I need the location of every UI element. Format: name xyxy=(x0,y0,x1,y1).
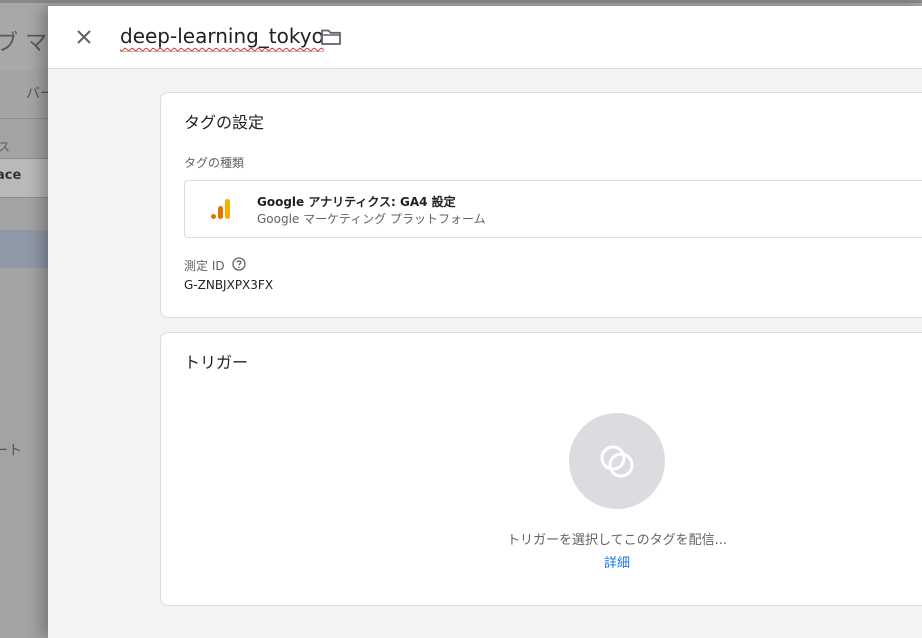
tag-type-label: タグの種類 xyxy=(184,156,245,170)
tag-editor-panel: deep-learning_tokyo タグの設定 タグの種類 Google ア… xyxy=(48,6,922,638)
tag-configuration-card[interactable]: タグの設定 タグの種類 Google アナリティクス: GA4 設定 Googl… xyxy=(160,92,922,318)
measurement-id-label: 測定 ID xyxy=(184,259,225,273)
close-icon xyxy=(77,30,91,44)
triggering-title: トリガー xyxy=(184,353,249,372)
trigger-circles-icon xyxy=(600,445,634,478)
background-nav-item: ート xyxy=(0,443,22,459)
measurement-id-value: G-ZNBJXPX3FX xyxy=(184,278,274,292)
folder-button[interactable] xyxy=(318,26,344,48)
background-workspace-name: ace xyxy=(0,168,22,183)
tag-type-selector[interactable]: Google アナリティクス: GA4 設定 Google マーケティング プラ… xyxy=(184,180,922,238)
triggering-card[interactable]: トリガー トリガーを選択してこのタグを配信... 詳細 xyxy=(160,332,922,606)
trigger-hint-text: トリガーを選択してこのタグを配信... xyxy=(506,533,727,548)
tag-type-subtitle: Google マーケティング プラットフォーム xyxy=(257,212,486,226)
tag-type-name: Google アナリティクス: GA4 設定 xyxy=(257,195,456,209)
add-trigger-button[interactable] xyxy=(569,413,665,509)
close-button[interactable] xyxy=(70,23,98,51)
tag-name-input[interactable]: deep-learning_tokyo xyxy=(120,24,324,52)
tag-configuration-title: タグの設定 xyxy=(184,113,265,132)
help-circle-icon[interactable] xyxy=(232,257,246,271)
learn-more-link[interactable]: 詳細 xyxy=(467,552,767,571)
panel-header: deep-learning_tokyo xyxy=(48,6,922,69)
tag-name-text: deep-learning_tokyo xyxy=(120,24,324,48)
folder-icon xyxy=(321,29,341,45)
background-workspace-label: ス xyxy=(0,140,11,154)
google-analytics-icon xyxy=(211,199,230,219)
